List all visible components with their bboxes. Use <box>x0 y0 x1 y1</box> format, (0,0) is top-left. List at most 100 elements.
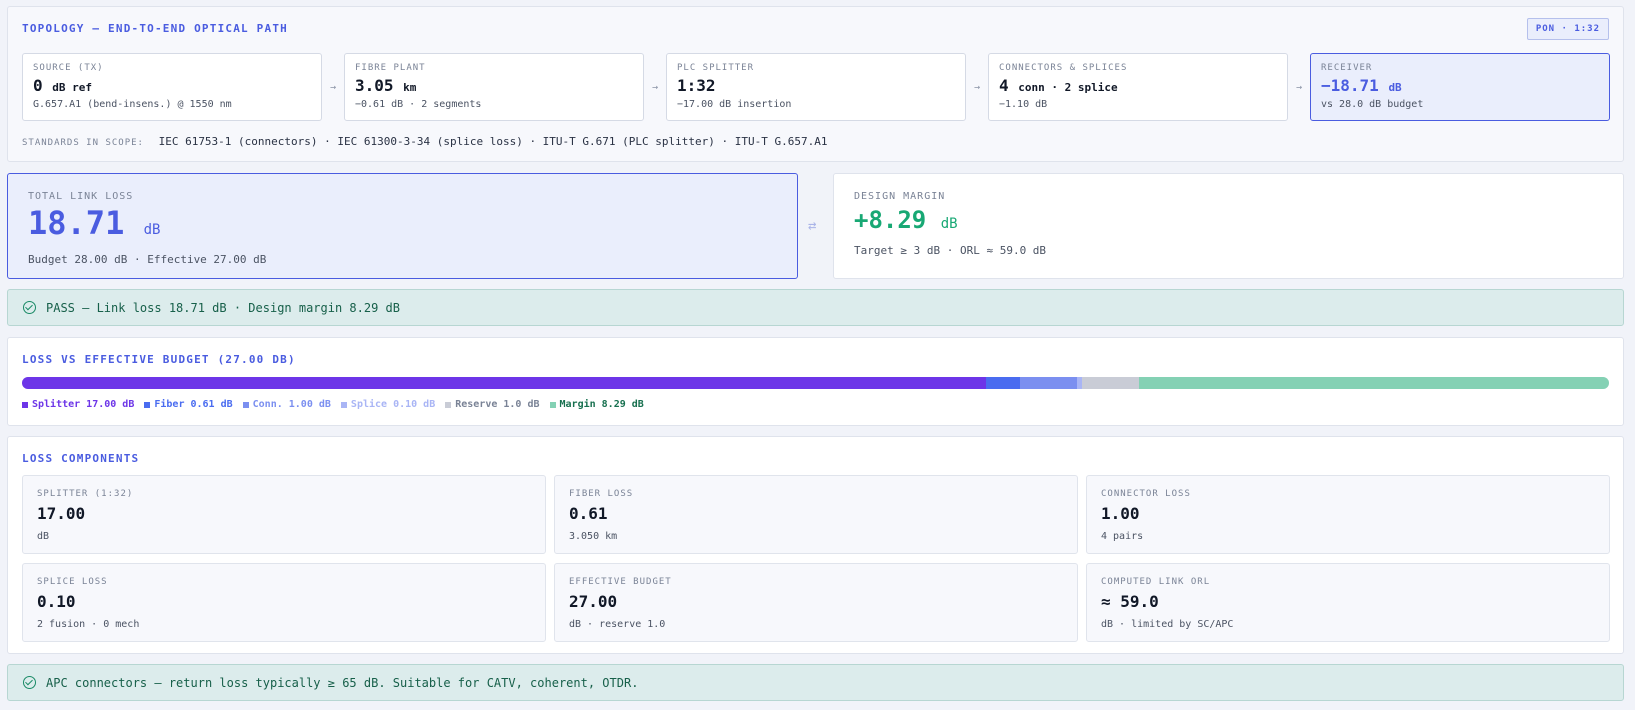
legend-label: Margin 8.29 dB <box>559 399 644 410</box>
component-sub: dB · limited by SC/APC <box>1101 619 1234 630</box>
component-value: 27.00 <box>569 592 618 611</box>
topo-card-label: SOURCE (TX) <box>33 63 104 73</box>
topo-card-unit: dB <box>1388 81 1402 94</box>
legend-item: Reserve 1.0 dB <box>445 399 540 410</box>
bar-segment-2 <box>1020 377 1077 389</box>
component-label: CONNECTOR LOSS <box>1101 489 1191 499</box>
arrow-right-icon: → <box>973 81 981 93</box>
topo-card-label: PLC SPLITTER <box>677 63 755 73</box>
legend-swatch <box>144 401 151 408</box>
legend-item: Splitter 17.00 dB <box>22 399 134 410</box>
component-value: 0.61 <box>569 504 608 523</box>
component-value: 17.00 <box>37 504 86 523</box>
component-card-effective-budget[interactable]: EFFECTIVE BUDGET 27.00 dB · reserve 1.0 <box>554 563 1078 642</box>
apc-info-banner: APC connectors — return loss typically ≥… <box>7 664 1624 701</box>
pass-banner-text: PASS — Link loss 18.71 dB · Design margi… <box>46 300 401 315</box>
kpi-value: 18.71 <box>28 204 125 242</box>
bar-segment-4 <box>1082 377 1140 389</box>
legend-label: Conn. 1.00 dB <box>252 399 331 410</box>
kpi-value: +8.29 <box>854 206 927 234</box>
topo-card-value: 3.05 <box>355 76 394 95</box>
component-card-fiber[interactable]: FIBER LOSS 0.61 3.050 km <box>554 475 1078 554</box>
component-label: EFFECTIVE BUDGET <box>569 577 672 587</box>
topo-card-value: 4 <box>999 76 1009 95</box>
topo-card-sub: −17.00 dB insertion <box>677 99 792 110</box>
loss-budget-title: LOSS VS EFFECTIVE BUDGET (27.00 DB) <box>22 353 296 366</box>
legend-item: Margin 8.29 dB <box>549 399 644 410</box>
total-link-loss-card[interactable]: TOTAL LINK LOSS 18.71 dB Budget 28.00 dB… <box>7 173 798 279</box>
loss-components-panel: LOSS COMPONENTS SPLITTER (1:32) 17.00 dB… <box>7 436 1624 654</box>
legend-swatch <box>445 401 452 408</box>
loss-components-grid: SPLITTER (1:32) 17.00 dB FIBER LOSS 0.61… <box>22 475 1610 642</box>
component-card-connector[interactable]: CONNECTOR LOSS 1.00 4 pairs <box>1086 475 1610 554</box>
loss-budget-panel: LOSS VS EFFECTIVE BUDGET (27.00 DB) Spli… <box>7 337 1624 426</box>
check-circle-icon <box>23 301 36 314</box>
topo-card-unit: km <box>403 81 417 94</box>
bar-segment-1 <box>985 377 1021 389</box>
design-margin-card[interactable]: DESIGN MARGIN +8.29 dB Target ≥ 3 dB · O… <box>833 173 1624 279</box>
component-sub: dB <box>37 531 50 542</box>
topo-card-sub: vs 28.0 dB budget <box>1321 99 1424 110</box>
legend-label: Splitter 17.00 dB <box>32 399 135 410</box>
component-sub: 2 fusion · 0 mech <box>37 619 140 630</box>
component-sub: dB · reserve 1.0 <box>569 619 666 630</box>
arrow-right-icon: → <box>651 81 659 93</box>
topo-card-unit: dB ref <box>52 81 93 94</box>
legend-item: Splice 0.10 dB <box>340 399 435 410</box>
pass-banner: PASS — Link loss 18.71 dB · Design margi… <box>7 289 1624 326</box>
loss-components-title: LOSS COMPONENTS <box>22 452 140 465</box>
legend-swatch <box>340 401 347 408</box>
standards-line: STANDARDS IN SCOPE: IEC 61753-1 (connect… <box>22 135 827 148</box>
topo-card-unit: conn · 2 splice <box>1018 81 1118 94</box>
bar-segment-0 <box>22 377 986 389</box>
bar-segment-5 <box>1139 377 1609 389</box>
loss-budget-legend: Splitter 17.00 dB Fiber 0.61 dB Conn. 1.00… <box>22 399 654 410</box>
legend-label: Reserve 1.0 dB <box>455 399 540 410</box>
kpi-label: DESIGN MARGIN <box>854 191 946 202</box>
component-card-orl[interactable]: COMPUTED LINK ORL ≈ 59.0 dB · limited by… <box>1086 563 1610 642</box>
topo-card-receiver[interactable]: RECEIVER −18.71 dB vs 28.0 dB budget <box>1310 53 1610 121</box>
legend-label: Fiber 0.61 dB <box>154 399 233 410</box>
topo-card-fibre[interactable]: FIBRE PLANT 3.05 km −0.61 dB · 2 segment… <box>344 53 644 121</box>
topo-card-sub: −0.61 dB · 2 segments <box>355 99 482 110</box>
component-value: ≈ 59.0 <box>1101 592 1159 611</box>
legend-swatch <box>22 401 28 408</box>
topo-card-label: CONNECTORS & SPLICES <box>999 63 1128 73</box>
component-card-splitter[interactable]: SPLITTER (1:32) 17.00 dB <box>22 475 546 554</box>
kpi-unit: dB <box>940 216 958 232</box>
topo-card-sub: −1.10 dB <box>999 99 1048 110</box>
topo-card-connectors[interactable]: CONNECTORS & SPLICES 4 conn · 2 splice −… <box>988 53 1288 121</box>
component-value: 0.10 <box>37 592 76 611</box>
check-circle-icon <box>23 676 36 689</box>
component-label: FIBER LOSS <box>569 489 634 499</box>
component-sub: 3.050 km <box>569 531 618 542</box>
topo-card-value: −18.71 <box>1321 76 1379 95</box>
topology-title: TOPOLOGY — END-TO-END OPTICAL PATH <box>22 22 288 35</box>
component-value: 1.00 <box>1101 504 1140 523</box>
topo-card-label: FIBRE PLANT <box>355 63 426 73</box>
kpi-label: TOTAL LINK LOSS <box>28 191 134 202</box>
legend-item: Fiber 0.61 dB <box>144 399 233 410</box>
swap-icon[interactable]: ⇄ <box>808 218 816 234</box>
standards-label: STANDARDS IN SCOPE: <box>22 138 144 148</box>
standards-list: IEC 61753-1 (connectors) · IEC 61300-3-3… <box>158 135 828 148</box>
legend-swatch <box>242 401 249 408</box>
pon-badge: PON · 1:32 <box>1526 18 1609 40</box>
legend-item: Conn. 1.00 dB <box>242 399 331 410</box>
component-sub: 4 pairs <box>1101 531 1144 542</box>
topo-card-source[interactable]: SOURCE (TX) 0 dB ref G.657.A1 (bend-inse… <box>22 53 322 121</box>
topo-card-splitter[interactable]: PLC SPLITTER 1:32 −17.00 dB insertion <box>666 53 966 121</box>
apc-banner-text: APC connectors — return loss typically ≥… <box>46 675 639 690</box>
topo-card-value: 0 <box>33 76 43 95</box>
component-label: SPLITTER (1:32) <box>37 489 134 499</box>
component-card-splice[interactable]: SPLICE LOSS 0.10 2 fusion · 0 mech <box>22 563 546 642</box>
component-label: COMPUTED LINK ORL <box>1101 577 1211 587</box>
topo-card-sub: G.657.A1 (bend-insens.) @ 1550 nm <box>33 99 232 110</box>
arrow-right-icon: → <box>1295 81 1303 93</box>
kpi-sub: Budget 28.00 dB · Effective 27.00 dB <box>28 253 267 266</box>
legend-swatch <box>549 401 556 408</box>
kpi-unit: dB <box>143 222 161 238</box>
topo-card-label: RECEIVER <box>1321 63 1373 73</box>
arrow-right-icon: → <box>329 81 337 93</box>
topology-chain: SOURCE (TX) 0 dB ref G.657.A1 (bend-inse… <box>22 53 1610 121</box>
